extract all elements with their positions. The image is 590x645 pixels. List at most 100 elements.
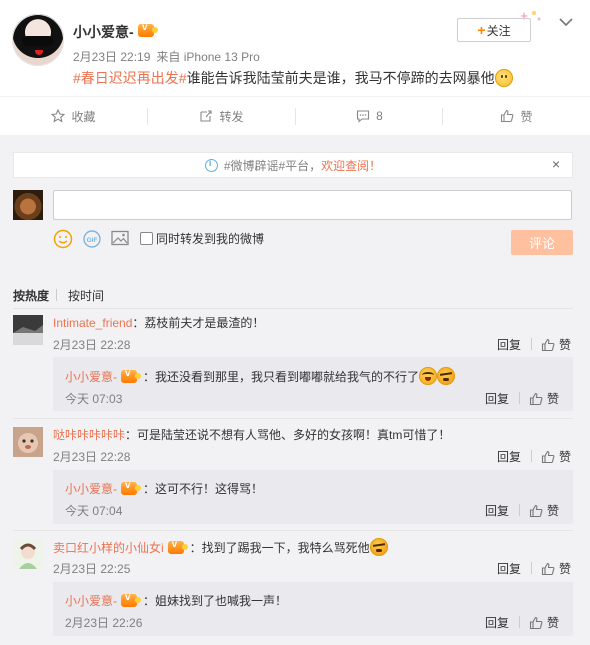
comment-reply-button[interactable]: 回复 (497, 448, 521, 465)
vip-badge-icon (121, 592, 141, 607)
post-body: 谁能告诉我陆莹前夫是谁，我马不停蹄的去网暴他 (186, 70, 495, 86)
commenter-avatar[interactable] (13, 427, 43, 457)
comment-like-button[interactable]: 赞 (541, 336, 571, 353)
commenter-name[interactable]: Intimate_friend (53, 316, 132, 330)
comment-body: ：找到了踢我一下，我特么骂死他 (189, 541, 370, 555)
comment-text: 哒咔咔咔咔咔：可是陆莹还说不想有人骂他、多好的女孩啊！真tm可惜了！ (53, 426, 450, 443)
reply-body: ：我还没看到那里，我只看到嘟嘟就给我气的不行了 (143, 370, 420, 384)
author-name[interactable]: 小小爱意- (73, 22, 134, 42)
favorite-label: 收藏 (71, 109, 96, 124)
reply-time: 2月23日 22:26 (65, 616, 143, 630)
like-label: 赞 (547, 616, 560, 630)
comment-input[interactable] (53, 190, 572, 220)
commenter-avatar[interactable] (13, 315, 43, 345)
comment-icon (357, 110, 370, 123)
thumbs-up-icon (529, 392, 543, 406)
sort-by-hot[interactable]: 按热度 (13, 287, 49, 304)
like-label: 赞 (520, 109, 533, 124)
comment-action-divider (519, 504, 520, 516)
reply-reply-button[interactable]: 回复 (485, 614, 509, 631)
comment-action-divider (531, 562, 532, 574)
author-avatar[interactable] (12, 14, 64, 66)
sort-by-time[interactable]: 按时间 (68, 287, 104, 304)
thumbs-up-icon (501, 109, 514, 123)
comment-like-button[interactable]: 赞 (541, 560, 571, 577)
reply-user[interactable]: 小小爱意- (65, 370, 117, 384)
topic-link[interactable]: #春日迟迟再出发# (73, 70, 187, 86)
reply-text: 小小爱意- ：我还没看到那里，我只看到嘟嘟就给我气的不行了 (65, 367, 456, 385)
comment-time: 2月23日 22:28 (53, 338, 131, 352)
post-timestamp[interactable]: 2月23日 22:19 (73, 50, 150, 64)
emoji-picker-icon[interactable] (53, 229, 73, 249)
submit-comment-button[interactable]: 评论 (511, 230, 573, 255)
comment-count: 8 (376, 109, 383, 123)
sort-divider (56, 289, 57, 301)
comment-body: ：荔枝前夫才是最渣的！ (132, 316, 265, 330)
comment-time: 2月23日 22:28 (53, 450, 131, 464)
angry-emoji-icon (369, 538, 388, 556)
reply-body: ：这可不行！这得骂！ (143, 482, 264, 496)
post-source: 来自 iPhone 13 Pro (156, 50, 260, 64)
commenter-name[interactable]: 哒咔咔咔咔咔 (53, 428, 125, 442)
comment-text: 卖口红小样的小仙女i ：找到了踢我一下，我特么骂死他 (53, 538, 388, 556)
reply-like-button[interactable]: 赞 (529, 390, 559, 407)
sort-underline (13, 308, 573, 309)
vip-badge-icon (138, 22, 158, 42)
reply-text: 小小爱意- ：这可不行！这得骂！ (65, 480, 263, 497)
reply-reply-button[interactable]: 回复 (485, 390, 509, 407)
reply-user[interactable]: 小小爱意- (65, 594, 117, 608)
repost-checkbox[interactable] (140, 232, 153, 245)
comment-divider (13, 530, 573, 531)
avatar-mouth-shape (35, 50, 43, 55)
repost-checkbox-label[interactable]: 同时转发到我的微博 (156, 230, 264, 247)
reply-body: ：姐妹找到了也喊我一声！ (143, 594, 288, 608)
repost-button[interactable]: 转发 (148, 97, 295, 135)
vip-badge-icon (121, 480, 141, 495)
chevron-down-icon[interactable] (558, 14, 574, 30)
comment-action-divider (531, 450, 532, 462)
reply-like-button[interactable]: 赞 (529, 614, 559, 631)
reply-reply-button[interactable]: 回复 (485, 502, 509, 519)
sparkle-icon (520, 11, 541, 21)
post-action-bar: 收藏 转发 8 赞 (0, 96, 590, 136)
comment-body: ：可是陆莹还说不想有人骂他、多好的女孩啊！真tm可惜了！ (125, 428, 451, 442)
like-label: 赞 (559, 338, 572, 352)
rumor-notice-bar: #微博辟谣#平台，欢迎查阅！ (13, 152, 573, 178)
plus-icon: + (477, 22, 486, 38)
notice-text: #微博辟谣#平台， (223, 158, 322, 173)
reply-like-button[interactable]: 赞 (529, 502, 559, 519)
comment-text: Intimate_friend：荔枝前夫才是最渣的！ (53, 314, 264, 331)
comment-reply-button[interactable]: 回复 (497, 560, 521, 577)
comment-like-button[interactable]: 赞 (541, 448, 571, 465)
svg-text:GIF: GIF (87, 237, 98, 244)
like-button[interactable]: 赞 (443, 97, 590, 135)
commenter-avatar[interactable] (13, 539, 43, 569)
info-icon (204, 158, 218, 172)
avatar-glasses-shape (22, 36, 54, 46)
reply-user[interactable]: 小小爱意- (65, 482, 117, 496)
close-icon[interactable]: × (552, 156, 560, 172)
thumbs-up-icon (529, 616, 543, 630)
star-icon (51, 109, 66, 123)
commenter-name[interactable]: 卖口红小样的小仙女i (53, 541, 164, 555)
reply-text: 小小爱意- ：姐妹找到了也喊我一声！ (65, 592, 287, 609)
thumbs-up-icon (541, 450, 555, 464)
my-avatar[interactable] (13, 190, 43, 220)
vip-badge-icon (167, 539, 188, 554)
favorite-button[interactable]: 收藏 (0, 97, 147, 135)
comment-divider (13, 418, 573, 419)
repost-label: 转发 (219, 109, 244, 124)
notice-link[interactable]: 欢迎查阅！ (321, 157, 381, 174)
reply-time: 今天 07:04 (65, 504, 123, 518)
comment-button[interactable]: 8 (296, 97, 443, 135)
like-label: 赞 (559, 450, 572, 464)
vip-badge-icon (121, 368, 141, 383)
gif-icon[interactable]: GIF (83, 230, 101, 248)
comment-action-divider (531, 338, 532, 350)
like-label: 赞 (559, 562, 572, 576)
comment-reply-button[interactable]: 回复 (497, 336, 521, 353)
image-upload-icon[interactable] (111, 230, 129, 246)
comment-time: 2月23日 22:25 (53, 562, 131, 576)
thumbs-up-icon (529, 504, 543, 518)
reply-time: 今天 07:03 (65, 392, 123, 406)
